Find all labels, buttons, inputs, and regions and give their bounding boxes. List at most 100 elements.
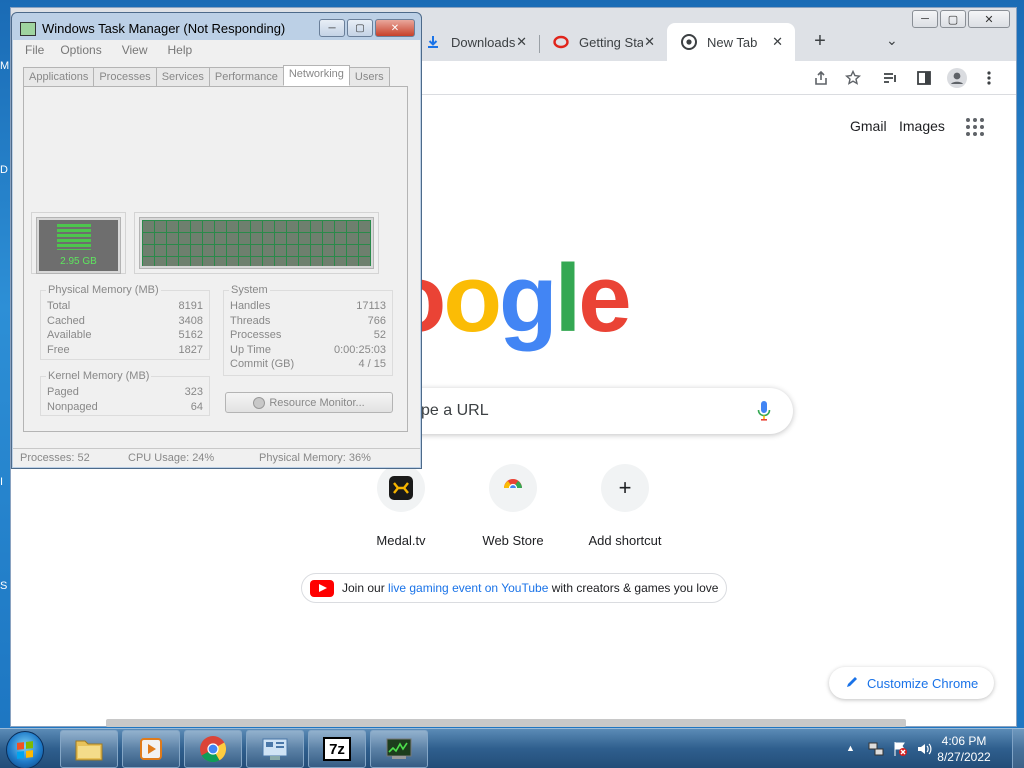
close-button[interactable]: ✕: [968, 10, 1010, 28]
minimize-button[interactable]: ─: [319, 19, 345, 37]
webstore-icon: [489, 464, 537, 512]
task-manager-titlebar[interactable]: Windows Task Manager (Not Responding): [20, 21, 285, 36]
resource-monitor-icon: [253, 396, 266, 409]
shortcut-add[interactable]: + Add shortcut: [569, 464, 681, 548]
customize-label: Customize Chrome: [867, 675, 979, 691]
bookmark-star-icon[interactable]: [842, 67, 864, 89]
apps-grid-icon[interactable]: [966, 118, 984, 136]
maximize-button[interactable]: ▢: [940, 10, 966, 28]
resource-monitor-button[interactable]: Resource Monitor...: [225, 392, 393, 413]
tab-strip: Applications Processes Services Performa…: [23, 65, 390, 86]
desktop-icon-label[interactable]: M: [0, 60, 10, 72]
explorer-icon: [75, 740, 103, 761]
volume-icon[interactable]: [916, 741, 932, 757]
shortcut-label: Medal.tv: [376, 533, 426, 548]
tab-services[interactable]: Services: [155, 67, 210, 86]
show-desktop-button[interactable]: [1012, 729, 1024, 768]
tab-new-tab[interactable]: New Tab ✕: [667, 23, 795, 61]
taskbar-task-manager[interactable]: [370, 730, 428, 768]
stat-label: Processes: [230, 329, 282, 341]
google-logo-letter: g: [498, 245, 558, 352]
task-manager-window: Windows Task Manager (Not Responding) ─ …: [11, 12, 422, 469]
taskbar-chrome[interactable]: [184, 730, 242, 768]
pencil-icon: [845, 675, 859, 692]
clock[interactable]: 4:06 PM 8/27/2022: [934, 733, 994, 765]
stat-label: Free: [47, 344, 70, 356]
chrome-icon: [681, 34, 697, 50]
physical-memory-group: Physical Memory (MB) Total 8191 Cached 340…: [40, 284, 210, 360]
tab-getting-started[interactable]: Getting Star ✕: [539, 23, 667, 61]
start-button[interactable]: [6, 731, 44, 768]
resource-monitor-label: Resource Monitor...: [269, 396, 365, 409]
menu-icon[interactable]: [978, 67, 1000, 89]
taskbar-7zip[interactable]: 7z: [308, 730, 366, 768]
tab-processes[interactable]: Processes: [93, 67, 157, 86]
media-controls-icon[interactable]: [879, 67, 901, 89]
plus-icon: +: [601, 464, 649, 512]
gmail-link[interactable]: Gmail: [850, 118, 887, 134]
chrome-icon: [200, 736, 227, 763]
horizontal-scrollbar[interactable]: [106, 719, 906, 727]
shortcut-web-store[interactable]: Web Store: [457, 464, 569, 548]
close-button[interactable]: ✕: [375, 19, 415, 37]
new-tab-button[interactable]: +: [808, 30, 832, 53]
customize-chrome-button[interactable]: Customize Chrome: [829, 667, 995, 699]
memory-gauge-bars: [57, 224, 91, 250]
stat-label: Handles: [230, 300, 271, 312]
tab-users[interactable]: Users: [348, 67, 390, 86]
menu-file[interactable]: File: [13, 40, 48, 60]
media-player-icon: [140, 738, 162, 760]
desktop-icon-label[interactable]: D: [0, 164, 10, 176]
stat-value: 3408: [178, 315, 203, 327]
menu-help[interactable]: Help: [156, 40, 201, 60]
stat-label: Commit (GB): [230, 358, 295, 370]
menu-view[interactable]: View: [110, 40, 156, 60]
group-title: System: [229, 284, 270, 296]
menu-options[interactable]: Options: [48, 40, 109, 60]
desktop-icon-label[interactable]: S: [0, 580, 10, 592]
medal-icon: [377, 464, 425, 512]
stat-label: Threads: [230, 315, 271, 327]
images-link[interactable]: Images: [899, 118, 945, 134]
menu-bar: File Options View Help: [13, 40, 420, 60]
7zip-icon: 7z: [323, 737, 351, 761]
promo-link[interactable]: live gaming event on YouTube: [388, 581, 548, 595]
search-input[interactable]: pe a URL: [421, 402, 489, 420]
tab-search-button[interactable]: ⌄: [886, 32, 898, 49]
tab-applications[interactable]: Applications: [23, 67, 95, 86]
close-icon[interactable]: ✕: [516, 34, 527, 50]
stat-value: 323: [184, 386, 203, 398]
taskbar-explorer[interactable]: [60, 730, 118, 768]
network-icon[interactable]: [868, 741, 884, 757]
close-icon[interactable]: ✕: [772, 34, 783, 50]
tab-networking[interactable]: Networking: [282, 65, 350, 86]
maximize-button[interactable]: ▢: [347, 19, 373, 37]
minimize-button[interactable]: ─: [912, 10, 938, 28]
google-logo-letter: e: [578, 245, 631, 352]
close-icon[interactable]: ✕: [644, 34, 655, 50]
stat-label: Nonpaged: [47, 401, 98, 413]
shortcut-medal[interactable]: Medal.tv: [345, 464, 457, 548]
action-center-icon[interactable]: [892, 741, 908, 757]
profile-icon[interactable]: [946, 67, 968, 89]
microphone-icon[interactable]: [757, 400, 771, 422]
stat-label: Total: [47, 300, 71, 312]
tab-performance[interactable]: Performance: [208, 67, 284, 86]
download-icon: [425, 34, 441, 50]
stat-label: Cached: [47, 315, 85, 327]
stat-value: 8191: [178, 300, 203, 312]
side-panel-icon[interactable]: [913, 67, 935, 89]
promo-text: with creators & games you love: [548, 581, 719, 595]
share-icon[interactable]: [810, 67, 832, 89]
youtube-icon: [310, 579, 334, 597]
youtube-promo[interactable]: Join our live gaming event on YouTube wi…: [301, 573, 728, 603]
taskbar-media-player[interactable]: [122, 730, 180, 768]
opera-icon: [553, 34, 569, 50]
show-hidden-icons-icon[interactable]: ▲: [846, 743, 855, 753]
stat-value: 17113: [356, 300, 386, 312]
control-panel-icon: [262, 738, 288, 760]
taskbar-control-panel[interactable]: [246, 730, 304, 768]
tab-downloads[interactable]: Downloads ✕: [411, 23, 539, 61]
stat-value: 0:00:25:03: [334, 344, 386, 356]
desktop-icon-label[interactable]: I: [0, 476, 10, 488]
